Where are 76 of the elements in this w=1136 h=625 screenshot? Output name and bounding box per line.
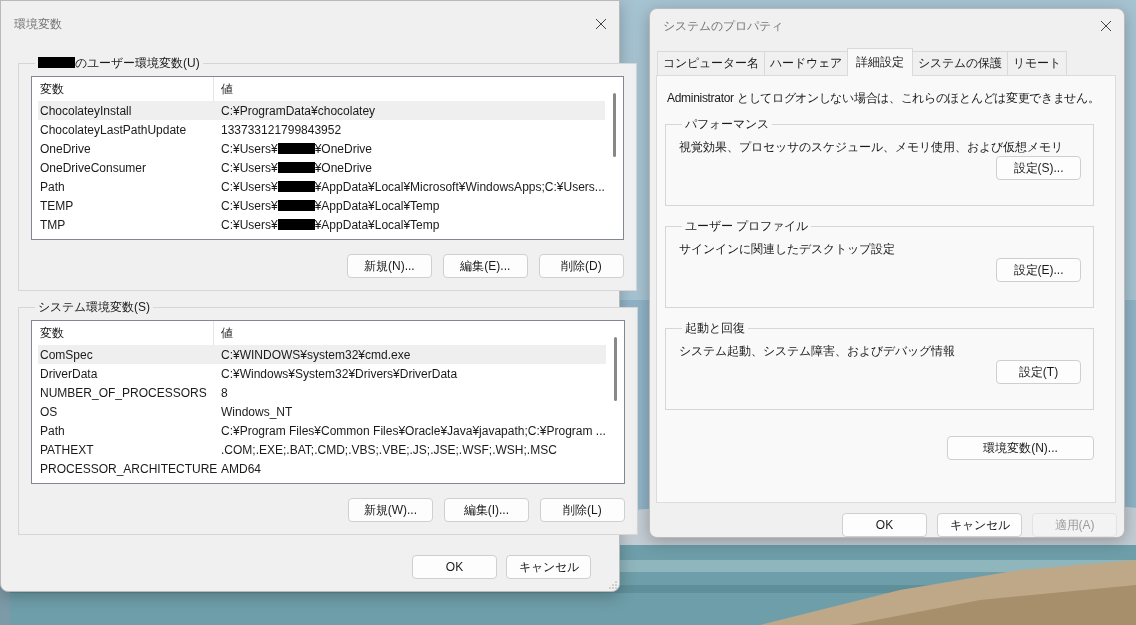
dialog-button[interactable]: OK bbox=[412, 555, 497, 579]
settings-button[interactable]: 設定(S)... bbox=[996, 156, 1081, 180]
tab[interactable]: コンピューター名 bbox=[657, 51, 765, 75]
table-cell-text: C:¥Users¥ ¥AppData¥Local¥Temp bbox=[220, 198, 440, 213]
table-cell-text: C:¥Users¥ ¥OneDrive bbox=[220, 160, 373, 175]
scrollbar[interactable] bbox=[612, 93, 616, 157]
description-text: 視覚効果、プロセッサのスケジュール、メモリ使用、および仮想メモリ bbox=[679, 139, 1064, 156]
table-row[interactable]: ComSpec C:¥WINDOWS¥system32¥cmd.exe bbox=[38, 345, 606, 364]
table-cell-text: ChocolateyInstall bbox=[39, 103, 133, 118]
table-row[interactable]: OneDriveConsumer C:¥Users¥ ¥OneDrive bbox=[38, 158, 605, 177]
window-title: システムのプロパティ bbox=[663, 17, 783, 35]
group-label: のユーザー環境変数(U) bbox=[35, 55, 203, 72]
table-row[interactable]: Path C:¥Program Files¥Common Files¥Oracle¥Java¥javapath;C:¥Program ... bbox=[38, 421, 606, 440]
dialog-button[interactable]: 編集(I)... bbox=[443, 498, 529, 522]
table-cell-text: ChocolateyLastPathUpdate bbox=[39, 122, 188, 137]
table-cell-text: C:¥Users¥ ¥AppData¥Local¥Temp bbox=[220, 217, 440, 232]
table-row[interactable]: ChocolateyLastPathUpdate 133733121799843952 bbox=[38, 120, 605, 139]
dialog-button[interactable]: キャンセル bbox=[937, 513, 1022, 537]
tab[interactable]: 詳細設定 bbox=[847, 48, 913, 76]
table-cell-text: .COM;.EXE;.BAT;.CMD;.VBS;.VBE;.JS;.JSE;.WSF;.WSH;.MSC bbox=[220, 442, 557, 457]
table-cell-text: NUMBER_OF_PROCESSORS bbox=[39, 385, 208, 400]
description-text: システム起動、システム障害、およびデバッグ情報 bbox=[679, 343, 956, 360]
table-cell-text: C:¥Program Files¥Common Files¥Oracle¥Java¥javapath;C:¥Program ... bbox=[220, 423, 606, 438]
table-row[interactable]: OneDrive C:¥Users¥ ¥OneDrive bbox=[38, 139, 605, 158]
dialog-button[interactable]: 新規(N)... bbox=[346, 254, 432, 278]
close-icon[interactable] bbox=[595, 18, 607, 30]
table-cell-text: C:¥Users¥ ¥OneDrive bbox=[220, 141, 373, 156]
dialog-button[interactable]: OK bbox=[842, 513, 927, 537]
table-cell-text: Path bbox=[39, 179, 66, 194]
group-label: ユーザー プロファイル bbox=[684, 218, 810, 235]
table-row[interactable]: PATHEXT .COM;.EXE;.BAT;.CMD;.VBS;.VBE;.JS;.JSE;.WSF;.WSH;.MSC bbox=[38, 440, 606, 459]
table-cell-text: C:¥Windows¥System32¥Drivers¥DriverData bbox=[220, 366, 458, 381]
window-title: 環境変数 bbox=[14, 15, 62, 33]
dialog-button[interactable]: 削除(D) bbox=[538, 254, 624, 278]
dialog-button[interactable]: 新規(W)... bbox=[347, 498, 433, 522]
table-row[interactable]: TEMP C:¥Users¥ ¥AppData¥Local¥Temp bbox=[38, 196, 605, 215]
dialog-button[interactable]: キャンセル bbox=[506, 555, 591, 579]
table-cell-text: ComSpec bbox=[39, 347, 94, 362]
table-row[interactable]: ChocolateyInstall C:¥ProgramData¥chocolatey bbox=[38, 101, 605, 120]
column-header[interactable]: 値 bbox=[214, 77, 233, 101]
table-row[interactable]: PROCESSOR_ARCHITECTURE AMD64 bbox=[38, 459, 606, 478]
environment-variables-button[interactable]: 環境変数(N)... bbox=[947, 436, 1094, 460]
table-row[interactable]: Path C:¥Users¥ ¥AppData¥Local¥Microsoft¥WindowsApps;C:¥Users... bbox=[38, 177, 605, 196]
table-cell-text: 8 bbox=[220, 385, 228, 400]
table-cell-text: OneDriveConsumer bbox=[39, 160, 148, 175]
scrollbar[interactable] bbox=[613, 337, 617, 401]
tab[interactable]: リモート bbox=[1007, 51, 1067, 75]
notice-text: Administrator としてログオンしない場合は、これらのほとんどは変更できません。 bbox=[667, 90, 1094, 107]
table-cell-text: C:¥ProgramData¥chocolatey bbox=[220, 103, 376, 118]
table-row[interactable]: TMP C:¥Users¥ ¥AppData¥Local¥Temp bbox=[38, 215, 605, 234]
table-cell-text: 133733121799843952 bbox=[220, 122, 342, 137]
table-row[interactable]: NUMBER_OF_PROCESSORS 8 bbox=[38, 383, 606, 402]
table-cell-text: DriverData bbox=[39, 366, 99, 381]
dialog-button[interactable]: 削除(L) bbox=[539, 498, 625, 522]
group-label: 起動と回復 bbox=[684, 320, 746, 337]
table-cell-text: OneDrive bbox=[39, 141, 92, 156]
group-label: パフォーマンス bbox=[684, 116, 770, 133]
group-label: システム環境変数(S) bbox=[37, 299, 151, 316]
table-cell-text: TEMP bbox=[39, 198, 75, 213]
table-cell-text: PATHEXT bbox=[39, 442, 95, 457]
table-cell-text: C:¥WINDOWS¥system32¥cmd.exe bbox=[220, 347, 411, 362]
table-row[interactable]: DriverData C:¥Windows¥System32¥Drivers¥DriverData bbox=[38, 364, 606, 383]
table-row[interactable]: OS Windows_NT bbox=[38, 402, 606, 421]
column-header[interactable]: 値 bbox=[214, 321, 233, 345]
settings-button[interactable]: 設定(T) bbox=[996, 360, 1081, 384]
dialog-button[interactable]: 編集(E)... bbox=[442, 254, 528, 278]
resize-grip-icon[interactable] bbox=[609, 581, 617, 589]
table-cell-text: OS bbox=[39, 404, 59, 419]
table-cell-text: AMD64 bbox=[220, 461, 261, 476]
description-text: サインインに関連したデスクトップ設定 bbox=[679, 241, 896, 258]
close-icon[interactable] bbox=[1100, 20, 1112, 32]
settings-button[interactable]: 設定(E)... bbox=[996, 258, 1081, 282]
table-cell-text: TMP bbox=[39, 217, 67, 232]
table-cell-text: Path bbox=[39, 423, 66, 438]
table-cell-text: C:¥Users¥ ¥AppData¥Local¥Microsoft¥WindowsApps;C:¥Users... bbox=[220, 179, 605, 194]
table-cell-text: Windows_NT bbox=[220, 404, 293, 419]
